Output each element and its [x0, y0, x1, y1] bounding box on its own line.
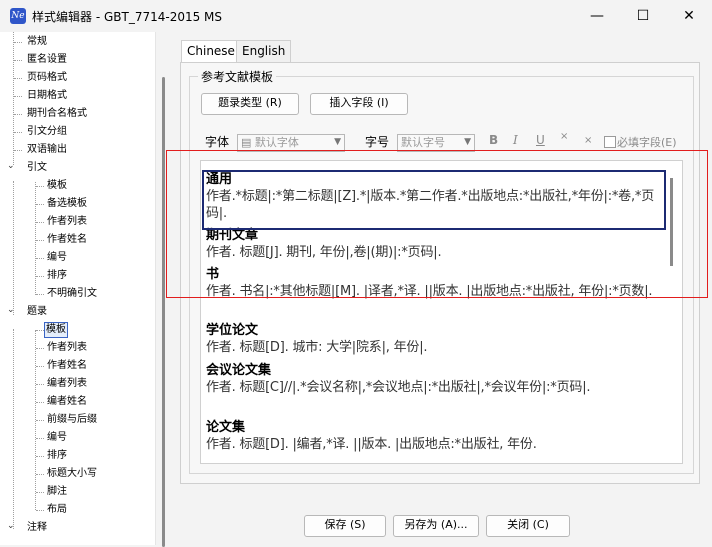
style-block-conference[interactable]: 会议论文集 作者. 标题[C]//|.*会议名称|,*会议地点|:*出版社|,*…: [206, 362, 661, 396]
tree-item-ambiguous[interactable]: 不明确引文: [46, 287, 98, 301]
tree-item-prefix-suffix[interactable]: 前缀与后缀: [46, 413, 98, 427]
groupbox-label: 参考文献模板: [198, 68, 277, 85]
tree-item-title-case[interactable]: 标题大小写: [46, 467, 98, 481]
tree-item-journal-name[interactable]: 期刊合名格式: [26, 107, 88, 121]
style-name: 会议论文集: [206, 363, 272, 378]
size-value: 默认字号: [401, 136, 445, 149]
insert-field-button[interactable]: 插入字段 (I): [310, 93, 408, 115]
ref-type-button[interactable]: 题录类型 (R): [201, 93, 299, 115]
style-content: 作者. 标题[C]//|.*会议名称|,*会议地点|:*出版社|,*会议年份|:…: [206, 380, 591, 395]
style-name: 学位论文: [206, 323, 259, 338]
underline-icon[interactable]: U: [536, 133, 545, 147]
close-button[interactable]: 关闭 (C): [486, 515, 570, 537]
tree-item-citation-author-list[interactable]: 作者列表: [46, 215, 88, 229]
style-content: 作者. 标题[D]. 城市: 大学|院系|, 年份|.: [206, 340, 428, 355]
superscript-icon[interactable]: ×: [560, 131, 568, 142]
tree-item-bibliography[interactable]: 题录: [26, 305, 48, 319]
subscript-icon[interactable]: ×: [584, 135, 592, 146]
style-block-thesis[interactable]: 学位论文 作者. 标题[D]. 城市: 大学|院系|, 年份|.: [206, 322, 661, 356]
maximize-button[interactable]: ☐: [620, 0, 666, 32]
font-value: 默认字体: [254, 136, 299, 149]
sidebar-scroll-thumb[interactable]: [162, 77, 165, 547]
tree-item-anonymous[interactable]: 匿名设置: [26, 53, 68, 67]
chevron-down-icon: ▼: [334, 137, 341, 147]
style-name: 论文集: [206, 420, 246, 435]
tree-item-bib-author-name[interactable]: 作者姓名: [46, 359, 88, 373]
tree-item-citation-sort[interactable]: 排序: [46, 269, 68, 283]
tree-item-citation[interactable]: 引文: [26, 161, 48, 175]
highlight-annotation-box: [166, 150, 708, 298]
bold-icon[interactable]: B: [489, 133, 498, 147]
tree-item-bib-author-list[interactable]: 作者列表: [46, 341, 88, 355]
tree-item-bilingual[interactable]: 双语输出: [26, 143, 68, 157]
tree-item-citation-number[interactable]: 编号: [46, 251, 68, 265]
style-content: 作者. 标题[D]. |编者,*译. ||版本. |出版地点:*出版社, 年份.: [206, 437, 537, 452]
chevron-down-icon[interactable]: ⌄: [7, 521, 15, 531]
required-field-label: 必填字段(E): [617, 136, 677, 149]
title-bar: Ne 样式编辑器 - GBT_7714-2015 MS — ☐ ✕: [0, 0, 712, 32]
chevron-down-icon[interactable]: ⌄: [7, 305, 15, 315]
minimize-button[interactable]: —: [574, 0, 620, 32]
tree-item-footnote-settings[interactable]: 脚注: [46, 485, 68, 499]
size-label: 字号: [365, 135, 390, 149]
tree-item-citation-template[interactable]: 模板: [46, 179, 68, 193]
tree-item-notes[interactable]: 注释: [26, 521, 48, 535]
font-icon: ▤: [241, 136, 252, 149]
tree-item-bib-template[interactable]: 模板: [44, 322, 68, 338]
italic-icon[interactable]: I: [513, 133, 518, 147]
save-as-button[interactable]: 另存为 (A)...: [393, 515, 479, 537]
chevron-down-icon: ▼: [464, 137, 471, 147]
style-block-collection[interactable]: 论文集 作者. 标题[D]. |编者,*译. ||版本. |出版地点:*出版社,…: [206, 419, 661, 461]
tab-chinese[interactable]: Chinese: [181, 40, 241, 64]
font-label: 字体: [205, 135, 230, 149]
tree-item-general[interactable]: 常规: [26, 35, 48, 49]
tab-english[interactable]: English: [236, 40, 292, 64]
settings-tree[interactable]: 常规 匿名设置 页码格式 日期格式 期刊合名格式 引文分组 双语输出 ⌄ 引文 …: [0, 32, 156, 545]
window-title: 样式编辑器 - GBT_7714-2015 MS: [32, 10, 223, 24]
tree-item-bib-sort[interactable]: 排序: [46, 449, 68, 463]
tree-item-page-format[interactable]: 页码格式: [26, 71, 68, 85]
tree-item-editor-name[interactable]: 编者姓名: [46, 395, 88, 409]
save-button[interactable]: 保存 (S): [304, 515, 386, 537]
tree-item-citation-group[interactable]: 引文分组: [26, 125, 68, 139]
chevron-down-icon[interactable]: ⌄: [7, 161, 15, 171]
tree-item-alt-template[interactable]: 备选模板: [46, 197, 88, 211]
tree-item-layout[interactable]: 布局: [46, 503, 68, 517]
required-field-checkbox[interactable]: [604, 136, 616, 148]
tree-item-editor-list[interactable]: 编者列表: [46, 377, 88, 391]
app-logo-icon: Ne: [10, 8, 26, 24]
close-window-button[interactable]: ✕: [666, 0, 712, 32]
tree-item-date-format[interactable]: 日期格式: [26, 89, 68, 103]
tree-item-bib-number[interactable]: 编号: [46, 431, 68, 445]
tree-item-citation-author-name[interactable]: 作者姓名: [46, 233, 88, 247]
